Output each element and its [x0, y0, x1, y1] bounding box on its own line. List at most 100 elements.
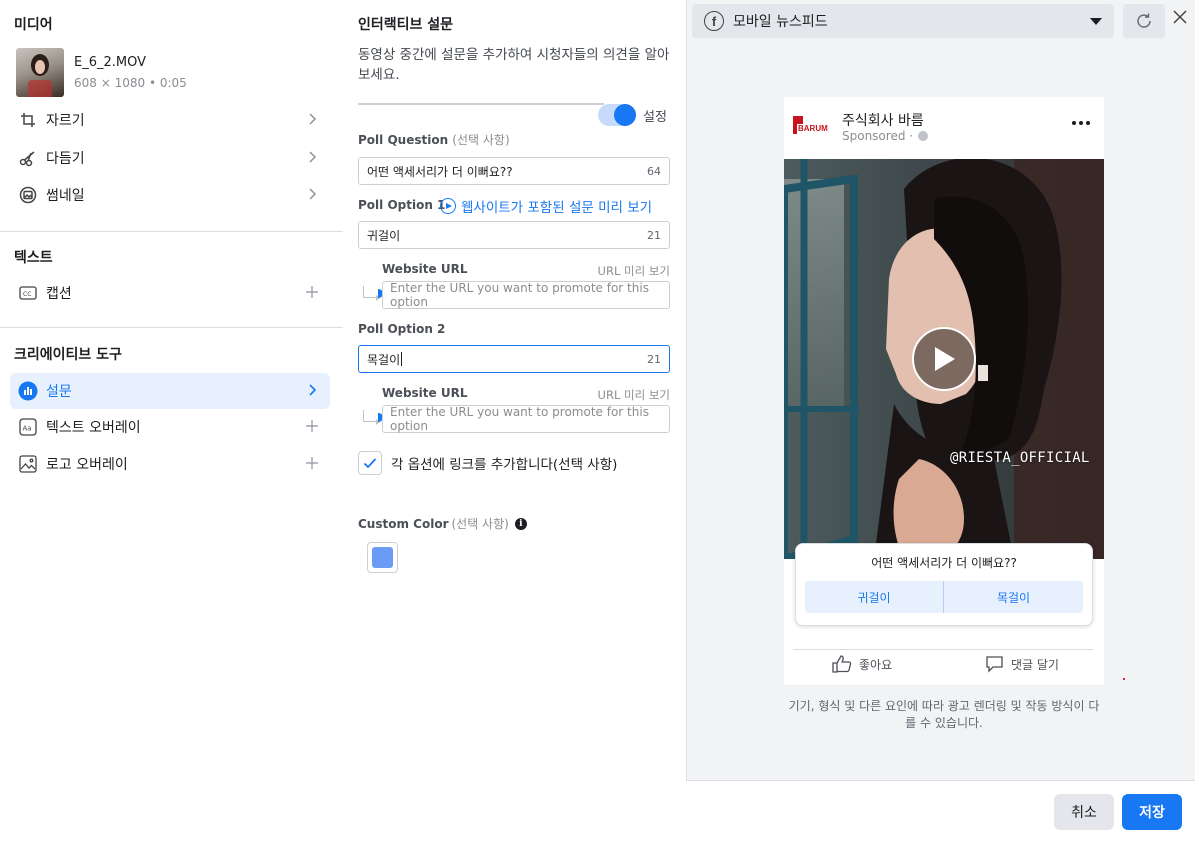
placement-dropdown[interactable]: f 모바일 뉴스피드 [692, 4, 1114, 38]
add-links-option[interactable]: 각 옵션에 링크를 추가합니다(선택 사항) [358, 451, 617, 475]
color-swatch [372, 547, 393, 568]
close-icon [1173, 10, 1187, 24]
section-divider [0, 327, 343, 328]
ad-video[interactable]: @RIESTA_OFFICIAL [784, 159, 1104, 559]
video-watermark: @RIESTA_OFFICIAL [950, 450, 1090, 466]
plus-icon [304, 455, 320, 471]
website-url-label: Website URL [382, 262, 468, 276]
sidebar-item-captions[interactable]: CC 캡션 [10, 275, 330, 311]
cancel-button[interactable]: 취소 [1054, 794, 1114, 830]
media-file-meta: 608 × 1080 • 0:05 [74, 76, 187, 90]
chevron-down-icon [1090, 18, 1102, 25]
panel-description: 동영상 중간에 설문을 추가하여 시청자들의 의견을 알아보세요. [358, 47, 670, 83]
page-name[interactable]: 주식회사 바름 [842, 110, 924, 130]
action-divider [793, 649, 1093, 650]
refresh-button[interactable] [1123, 4, 1165, 38]
poll-toggle[interactable] [598, 104, 636, 126]
like-button[interactable]: 좋아요 [832, 655, 892, 673]
poll-option2-label: Poll Option 2 [358, 322, 446, 336]
website-url-label: Website URL [382, 386, 468, 400]
checkbox-label: 각 옵션에 링크를 추가합니다(선택 사항) [391, 457, 618, 473]
sidebar-item-crop[interactable]: 자르기 [10, 102, 330, 138]
option2-url-input[interactable]: Enter the URL you want to promote for th… [382, 405, 670, 433]
poll-question-input[interactable]: 어떤 액세서리가 더 이뻐요?? 64 [358, 157, 670, 185]
crop-icon [18, 110, 38, 130]
toggle-knob [614, 104, 636, 126]
comment-button[interactable]: 댓글 달기 [985, 655, 1059, 673]
thumbs-up-icon [832, 655, 852, 673]
save-button[interactable]: 저장 [1122, 794, 1182, 830]
media-section-title: 미디어 [14, 17, 53, 33]
marker-dot [1123, 678, 1125, 680]
brand-logo: BARUM [793, 116, 828, 134]
add-links-checkbox[interactable] [358, 451, 382, 475]
sidebar-item-label: 썸네일 [46, 188, 85, 204]
panel-title: 인터랙티브 설문 [358, 17, 454, 33]
plus-icon [304, 418, 320, 434]
sidebar-item-thumbnail[interactable]: 썸네일 [10, 177, 330, 213]
image-icon [18, 454, 38, 474]
globe-icon [918, 131, 929, 141]
custom-color-picker[interactable] [367, 542, 398, 573]
facebook-icon: f [704, 11, 724, 31]
option1-url-input[interactable]: Enter the URL you want to promote for th… [382, 281, 670, 309]
section-divider [358, 103, 604, 105]
ad-preview-panel: f 모바일 뉴스피드 BARUM 주식회사 바름 Sponsored · @RI… [686, 0, 1195, 781]
sidebar-item-label: 로고 오버레이 [46, 457, 128, 473]
input-placeholder: Enter the URL you want to promote for th… [390, 405, 649, 433]
preview-disclaimer: 기기, 형식 및 다른 요인에 따라 광고 렌더링 및 작동 방식이 다를 수 … [788, 699, 1100, 730]
input-placeholder: Enter the URL you want to promote for th… [390, 281, 649, 309]
info-icon[interactable]: i [514, 517, 527, 530]
svg-text:CC: CC [23, 291, 31, 298]
placement-value: 모바일 뉴스피드 [733, 14, 828, 30]
char-count: 64 [647, 165, 661, 178]
url-preview-link[interactable]: URL 미리 보기 [598, 387, 670, 403]
input-value: 어떤 액세서리가 더 이뻐요?? [367, 164, 513, 179]
chevron-right-icon [304, 186, 320, 202]
captions-icon: CC [18, 283, 38, 303]
media-thumbnail[interactable] [16, 48, 64, 97]
poll-option-button[interactable]: 귀걸이 [805, 581, 944, 613]
left-panel: 미디어 E_6_2.MOV 608 × 1080 • 0:05 자르기 다듬기 … [0, 0, 343, 842]
poll-preview-link[interactable]: 웹사이트가 포함된 설문 미리 보기 [440, 196, 652, 216]
play-circle-icon [440, 198, 456, 214]
poll-option2-input[interactable]: 목걸이 21 [358, 345, 670, 373]
sidebar-item-label: 자르기 [46, 113, 85, 129]
chevron-right-icon [304, 149, 320, 165]
sidebar-item-poll[interactable]: 설문 [10, 373, 330, 409]
sidebar-item-trim[interactable]: 다듬기 [10, 140, 330, 176]
branch-arrow-icon [363, 410, 380, 425]
checkmark-icon [363, 458, 377, 469]
play-button[interactable] [912, 327, 976, 391]
input-value: 목걸이 [367, 352, 401, 367]
text-overlay-icon: Aa [18, 417, 38, 437]
poll-sticker: 어떤 액세서리가 더 이뻐요?? 귀걸이 목걸이 [795, 543, 1093, 626]
toggle-label: 설정 [643, 110, 667, 125]
sidebar-item-logo-overlay[interactable]: 로고 오버레이 [10, 446, 330, 482]
custom-color-label: Custom Color (선택 사항) i [358, 515, 527, 532]
more-options-button[interactable] [1072, 121, 1090, 125]
url-preview-link[interactable]: URL 미리 보기 [598, 263, 670, 279]
chevron-right-icon [304, 111, 320, 127]
section-divider [0, 231, 343, 232]
media-file-name: E_6_2.MOV [74, 55, 147, 70]
sidebar-item-label: 다듬기 [46, 151, 85, 167]
close-button[interactable] [1171, 8, 1189, 26]
text-section-title: 텍스트 [14, 250, 53, 266]
sidebar-item-label: 캡션 [46, 286, 72, 302]
sidebar-item-label: 텍스트 오버레이 [46, 420, 141, 436]
poll-settings-panel: 인터랙티브 설문 동영상 중간에 설문을 추가하여 시청자들의 의견을 알아보세… [343, 0, 686, 842]
play-icon [935, 347, 955, 371]
branch-arrow-icon [363, 286, 380, 301]
poll-question-label: Poll Question (선택 사항) [358, 133, 510, 147]
poll-option-button[interactable]: 목걸이 [944, 581, 1083, 613]
sidebar-item-text-overlay[interactable]: Aa 텍스트 오버레이 [10, 409, 330, 445]
thumbnail-icon [18, 185, 38, 205]
poll-option1-input[interactable]: 귀걸이 21 [358, 221, 670, 249]
poll-icon [18, 381, 38, 401]
poll-option1-label: Poll Option 1 [358, 198, 446, 212]
refresh-icon [1137, 13, 1151, 28]
sidebar-item-label: 설문 [46, 384, 72, 400]
scissors-icon [18, 148, 38, 168]
plus-icon [304, 284, 320, 300]
